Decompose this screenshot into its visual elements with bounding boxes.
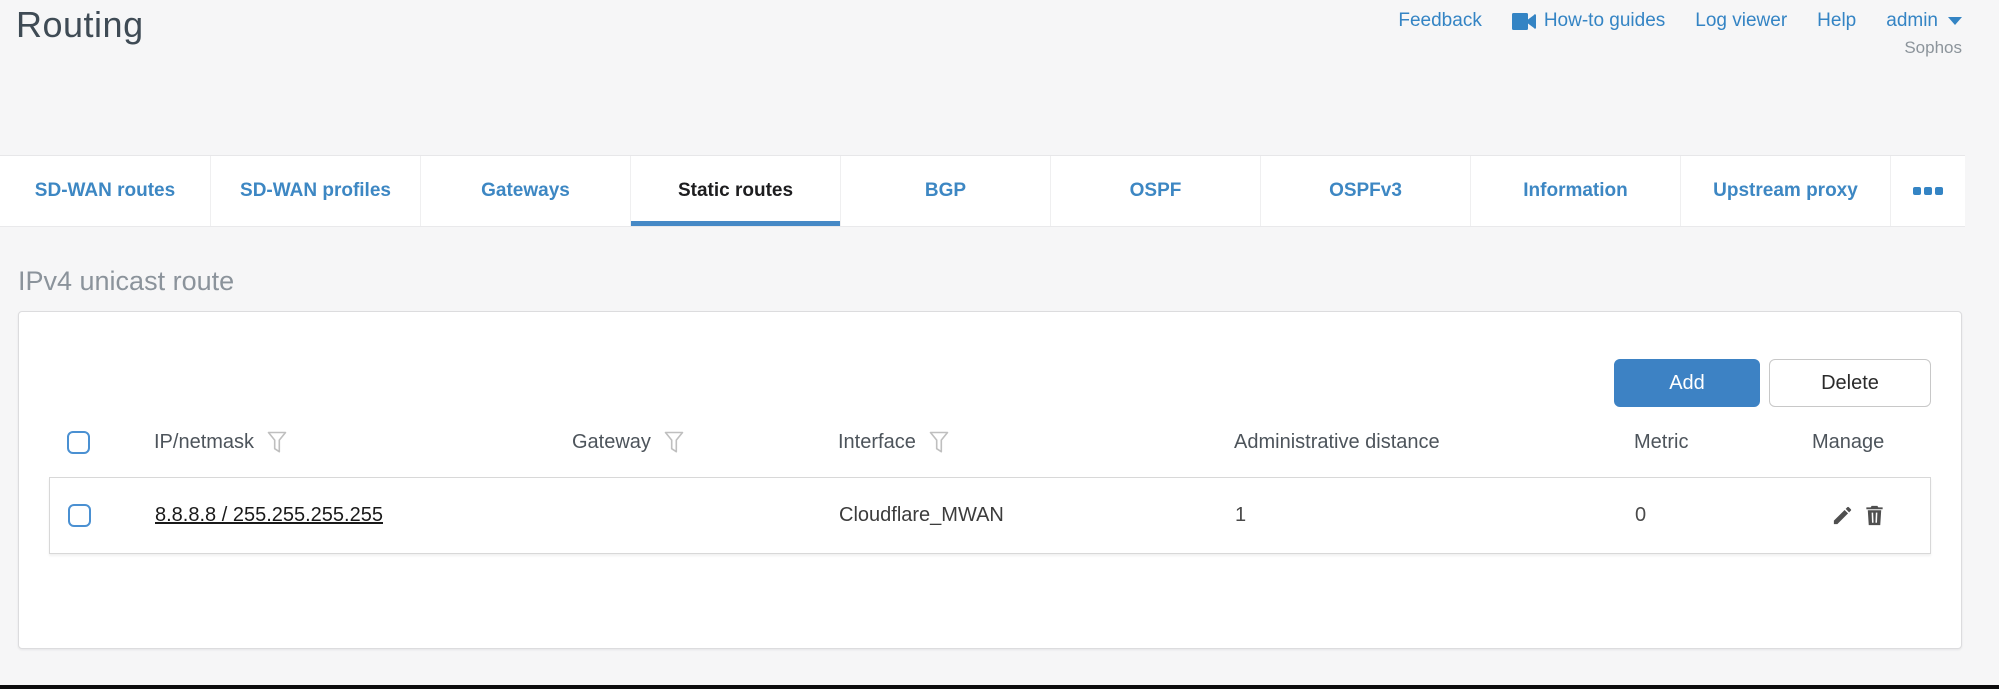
- filter-icon[interactable]: [929, 431, 949, 454]
- tab-label: OSPF: [1130, 180, 1182, 202]
- tab-ospf[interactable]: OSPF: [1050, 156, 1260, 226]
- feedback-link-label: Feedback: [1398, 10, 1481, 32]
- tab-sd-wan-routes[interactable]: SD-WAN routes: [0, 156, 210, 226]
- trash-icon[interactable]: [1863, 504, 1886, 527]
- interface-cell: Cloudflare_MWAN: [839, 504, 1235, 527]
- utility-nav: Feedback How-to guides Log viewer Help a…: [1398, 10, 1962, 32]
- more-tabs-button[interactable]: [1890, 156, 1965, 226]
- section-heading: IPv4 unicast route: [18, 266, 1999, 297]
- ellipsis-icon: [1924, 187, 1932, 195]
- video-camera-icon: [1512, 13, 1536, 30]
- tab-label: Gateways: [481, 180, 570, 202]
- column-header-administrative-distance: Administrative distance: [1234, 431, 1440, 454]
- tab-label: OSPFv3: [1329, 180, 1402, 202]
- brand-label: Sophos: [1904, 38, 1962, 58]
- ellipsis-icon: [1913, 187, 1921, 195]
- column-header-ip-netmask: IP/netmask: [154, 431, 254, 454]
- how-to-guides-link[interactable]: How-to guides: [1512, 10, 1665, 32]
- tab-gateways[interactable]: Gateways: [420, 156, 630, 226]
- edit-icon[interactable]: [1831, 504, 1854, 527]
- tab-ospfv3[interactable]: OSPFv3: [1260, 156, 1470, 226]
- tab-label: Static routes: [678, 180, 793, 202]
- column-header-manage: Manage: [1812, 431, 1884, 454]
- top-header: Routing Feedback How-to guides Log viewe…: [0, 0, 1999, 155]
- ipv4-unicast-route-panel: Add Delete IP/netmask Gateway Interface …: [18, 311, 1962, 649]
- page-title: Routing: [16, 4, 144, 46]
- tab-label: SD-WAN profiles: [240, 180, 391, 202]
- row-checkbox[interactable]: [68, 504, 91, 527]
- tab-upstream-proxy[interactable]: Upstream proxy: [1680, 156, 1890, 226]
- toolbar: Add Delete: [49, 359, 1931, 407]
- select-all-checkbox[interactable]: [67, 431, 90, 454]
- table-header: IP/netmask Gateway Interface Administrat…: [49, 407, 1931, 477]
- ellipsis-icon: [1935, 187, 1943, 195]
- how-to-guides-link-label: How-to guides: [1544, 10, 1665, 32]
- manage-cell: [1813, 504, 1930, 527]
- tab-label: Upstream proxy: [1713, 180, 1858, 202]
- column-header-gateway: Gateway: [572, 431, 651, 454]
- help-link[interactable]: Help: [1817, 10, 1856, 32]
- feedback-link[interactable]: Feedback: [1398, 10, 1481, 32]
- window-bottom-edge: [0, 685, 1999, 689]
- metric-cell: 0: [1635, 504, 1813, 527]
- tab-static-routes[interactable]: Static routes: [630, 156, 840, 226]
- filter-icon[interactable]: [267, 431, 287, 454]
- caret-down-icon: [1948, 17, 1962, 25]
- column-header-interface: Interface: [838, 431, 916, 454]
- table-row: 8.8.8.8 / 255.255.255.255 Cloudflare_MWA…: [49, 477, 1931, 554]
- help-link-label: Help: [1817, 10, 1856, 32]
- filter-icon[interactable]: [664, 431, 684, 454]
- log-viewer-link[interactable]: Log viewer: [1695, 10, 1787, 32]
- log-viewer-link-label: Log viewer: [1695, 10, 1787, 32]
- tab-bgp[interactable]: BGP: [840, 156, 1050, 226]
- admin-menu[interactable]: admin: [1886, 10, 1962, 32]
- tab-label: Information: [1523, 180, 1628, 202]
- add-button[interactable]: Add: [1614, 359, 1760, 407]
- tab-label: SD-WAN routes: [35, 180, 175, 202]
- administrative-distance-cell: 1: [1235, 504, 1635, 527]
- column-header-metric: Metric: [1634, 431, 1688, 454]
- delete-button[interactable]: Delete: [1769, 359, 1931, 407]
- ip-netmask-link[interactable]: 8.8.8.8 / 255.255.255.255: [155, 504, 383, 526]
- admin-menu-label: admin: [1886, 10, 1938, 32]
- tab-information[interactable]: Information: [1470, 156, 1680, 226]
- tab-label: BGP: [925, 180, 966, 202]
- tab-sd-wan-profiles[interactable]: SD-WAN profiles: [210, 156, 420, 226]
- tab-bar: SD-WAN routes SD-WAN profiles Gateways S…: [0, 155, 1965, 227]
